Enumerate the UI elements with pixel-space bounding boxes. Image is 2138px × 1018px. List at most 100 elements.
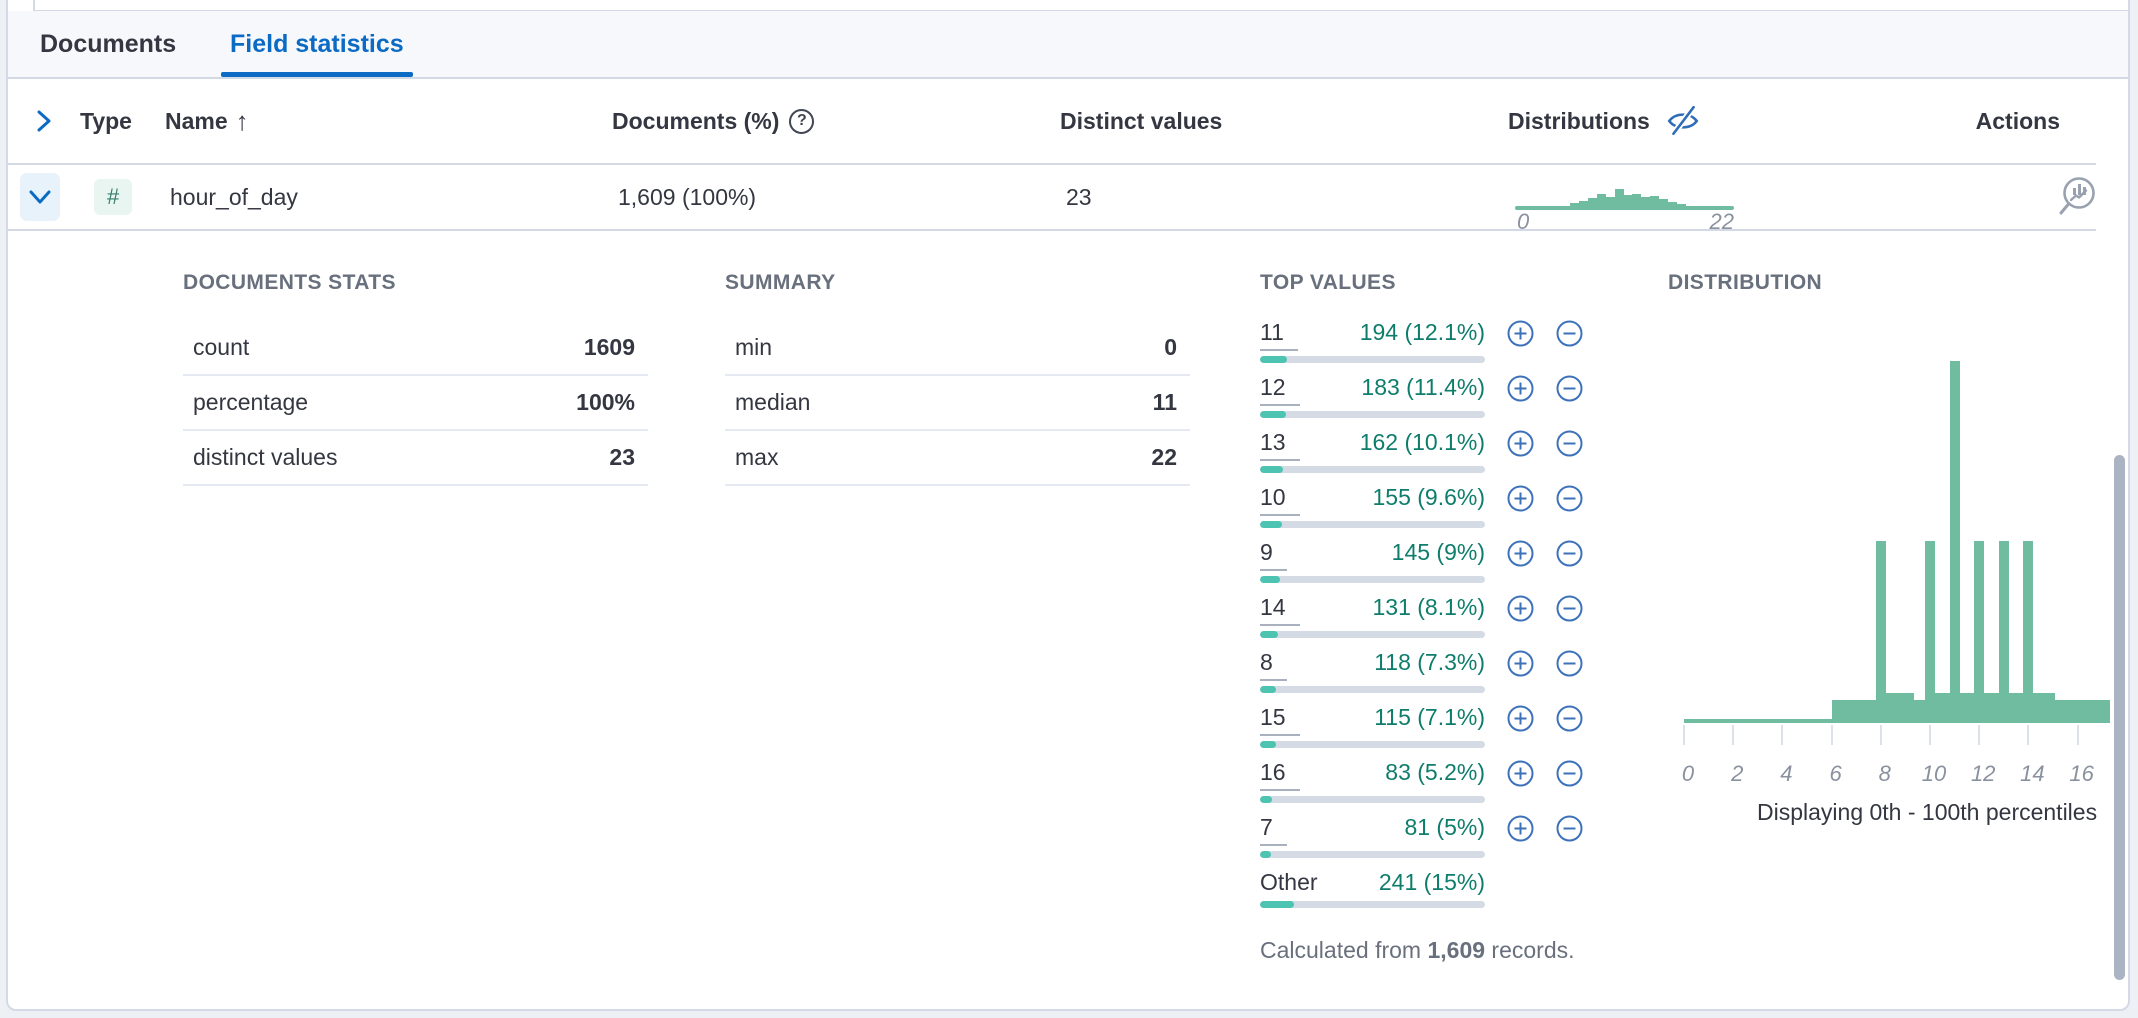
column-header-name-label: Name bbox=[165, 108, 228, 135]
sparkline-bar bbox=[1632, 194, 1641, 207]
axis-tick bbox=[1929, 725, 1931, 745]
top-value-count: 241 (15%) bbox=[1379, 869, 1485, 896]
filter-for-value-button[interactable] bbox=[1507, 485, 1534, 512]
top-value-row: 1683 (5.2%) bbox=[1260, 759, 1590, 814]
filter-out-value-button[interactable] bbox=[1556, 760, 1583, 787]
filter-for-value-button[interactable] bbox=[1507, 650, 1534, 677]
field-row-hour-of-day[interactable]: # hour_of_day 1,609 (100%) 23 0 22 bbox=[8, 165, 2096, 231]
filter-out-value-button[interactable] bbox=[1556, 485, 1583, 512]
filter-for-value-button[interactable] bbox=[1507, 760, 1534, 787]
filter-for-value-button[interactable] bbox=[1507, 815, 1534, 842]
distribution-title: DISTRIBUTION bbox=[1668, 271, 2114, 295]
chevron-right-icon bbox=[33, 108, 55, 134]
field-table-header: Type Name ↑ Documents (%) ? Distinct val… bbox=[8, 79, 2096, 165]
top-value-progress-fill bbox=[1260, 741, 1276, 748]
top-value-label: Other bbox=[1260, 869, 1318, 896]
filter-out-value-button[interactable] bbox=[1556, 595, 1583, 622]
x-axis-labels: 0246810121416 bbox=[1684, 761, 2110, 789]
eye-slash-icon[interactable] bbox=[1666, 104, 1700, 138]
stat-label: percentage bbox=[193, 389, 308, 416]
filter-for-value-button[interactable] bbox=[1507, 705, 1534, 732]
sparkline-bar bbox=[1650, 196, 1659, 207]
top-value-count: 194 (12.1%) bbox=[1360, 319, 1485, 351]
vertical-scrollbar-thumb[interactable] bbox=[2114, 455, 2125, 980]
sparkline-bars bbox=[1570, 187, 1686, 207]
summary-section: SUMMARY min0median11max22 bbox=[725, 271, 1190, 486]
x-axis-ticks bbox=[1684, 723, 2110, 745]
top-values-list: 11194 (12.1%)12183 (11.4%)13162 (10.1%)1… bbox=[1260, 319, 1590, 924]
filter-for-value-button[interactable] bbox=[1507, 540, 1534, 567]
stat-row: percentage 100% bbox=[183, 376, 648, 431]
collapse-row-button[interactable] bbox=[20, 173, 60, 221]
stat-label: max bbox=[735, 444, 778, 471]
documents-stats-table: count1609percentage100%distinct values23 bbox=[183, 321, 648, 486]
filter-out-value-button[interactable] bbox=[1556, 815, 1583, 842]
stat-label: median bbox=[735, 389, 810, 416]
top-value-progress-bar bbox=[1260, 576, 1485, 583]
filter-out-value-button[interactable] bbox=[1556, 430, 1583, 457]
filter-out-value-button[interactable] bbox=[1556, 540, 1583, 567]
sparkline-bar bbox=[1588, 198, 1597, 207]
filter-out-value-button[interactable] bbox=[1556, 705, 1583, 732]
filter-out-value-button[interactable] bbox=[1556, 375, 1583, 402]
axis-tick bbox=[1781, 725, 1783, 745]
top-value-progress-bar bbox=[1260, 901, 1485, 908]
filter-out-value-button[interactable] bbox=[1556, 650, 1583, 677]
field-details-expanded: DOCUMENTS STATS count1609percentage100%d… bbox=[8, 231, 2128, 1000]
help-icon[interactable]: ? bbox=[789, 109, 814, 134]
histogram-bar bbox=[1929, 693, 2056, 723]
expand-all-button[interactable] bbox=[26, 79, 62, 163]
top-value-progress-bar bbox=[1260, 466, 1485, 473]
top-values-section: TOP VALUES 11194 (12.1%)12183 (11.4%)131… bbox=[1260, 271, 1590, 968]
filter-for-value-button[interactable] bbox=[1507, 320, 1534, 347]
axis-tick-label: 12 bbox=[1971, 761, 1995, 787]
axis-tick bbox=[1978, 725, 1980, 745]
top-value-count: 145 (9%) bbox=[1392, 539, 1485, 571]
top-value-row: 14131 (8.1%) bbox=[1260, 594, 1590, 649]
field-statistics-page: Documents Field statistics Type Name ↑ D… bbox=[0, 0, 2138, 1018]
filter-for-value-button[interactable] bbox=[1507, 595, 1534, 622]
stat-value: 100% bbox=[576, 389, 635, 416]
axis-tick-label: 2 bbox=[1731, 761, 1743, 787]
field-name: hour_of_day bbox=[170, 165, 298, 229]
top-value-progress-bar bbox=[1260, 851, 1485, 858]
footer-record-count: 1,609 bbox=[1427, 937, 1485, 963]
column-header-distributions[interactable]: Distributions bbox=[1508, 79, 1700, 163]
column-header-distinct-values[interactable]: Distinct values bbox=[1060, 79, 1222, 163]
top-value-label: 7 bbox=[1260, 814, 1287, 846]
top-value-count: 131 (8.1%) bbox=[1372, 594, 1485, 626]
filter-out-value-button[interactable] bbox=[1556, 320, 1583, 347]
top-value-row: 8118 (7.3%) bbox=[1260, 649, 1590, 704]
histogram-bar bbox=[2023, 541, 2033, 723]
stat-value: 0 bbox=[1164, 334, 1177, 361]
footer-text: records. bbox=[1485, 937, 1574, 963]
sparkline-bar bbox=[1624, 195, 1633, 207]
document-explorer-panel: Documents Field statistics Type Name ↑ D… bbox=[6, 0, 2130, 1011]
column-header-type[interactable]: Type bbox=[80, 79, 132, 163]
column-header-distributions-label: Distributions bbox=[1508, 108, 1650, 135]
filter-for-value-button[interactable] bbox=[1507, 430, 1534, 457]
top-value-progress-bar bbox=[1260, 631, 1485, 638]
column-header-documents[interactable]: Documents (%) ? bbox=[612, 79, 814, 163]
axis-tick-label: 14 bbox=[2020, 761, 2044, 787]
column-header-name[interactable]: Name ↑ bbox=[165, 79, 249, 163]
top-values-title: TOP VALUES bbox=[1260, 271, 1590, 295]
top-value-progress-bar bbox=[1260, 521, 1485, 528]
distribution-histogram: 0246810121416 Displaying 0th - 100th per… bbox=[1684, 361, 2110, 723]
stat-row: max22 bbox=[725, 431, 1190, 486]
column-header-actions: Actions bbox=[1976, 79, 2060, 163]
top-value-progress-fill bbox=[1260, 901, 1294, 908]
top-value-progress-fill bbox=[1260, 796, 1272, 803]
tab-documents[interactable]: Documents bbox=[40, 11, 176, 77]
histogram-bar bbox=[1876, 541, 1886, 723]
explore-field-action-button[interactable] bbox=[2056, 165, 2098, 229]
histogram-bar bbox=[1950, 361, 1960, 723]
sparkline-bar bbox=[1659, 199, 1668, 207]
column-header-documents-label: Documents (%) bbox=[612, 108, 779, 135]
histogram-bars bbox=[1684, 361, 2110, 723]
tab-field-statistics[interactable]: Field statistics bbox=[230, 11, 404, 77]
axis-tick bbox=[1732, 725, 1734, 745]
top-value-label: 9 bbox=[1260, 539, 1287, 571]
filter-for-value-button[interactable] bbox=[1507, 375, 1534, 402]
summary-title: SUMMARY bbox=[725, 271, 1190, 295]
